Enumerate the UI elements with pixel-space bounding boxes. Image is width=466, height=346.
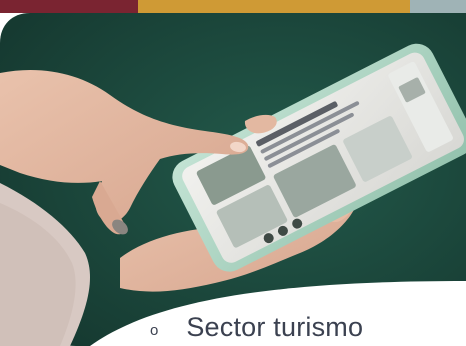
slide: o Sector turismo: [0, 0, 466, 346]
top-bar-gold: [138, 0, 410, 13]
phone-in-hands-photo: [0, 13, 466, 346]
caption-text: Sector turismo: [186, 311, 364, 342]
bullet-marker: o: [150, 321, 159, 339]
top-bar-slate: [410, 0, 466, 13]
top-bar-maroon: [0, 0, 138, 13]
caption: o Sector turismo: [150, 312, 363, 342]
